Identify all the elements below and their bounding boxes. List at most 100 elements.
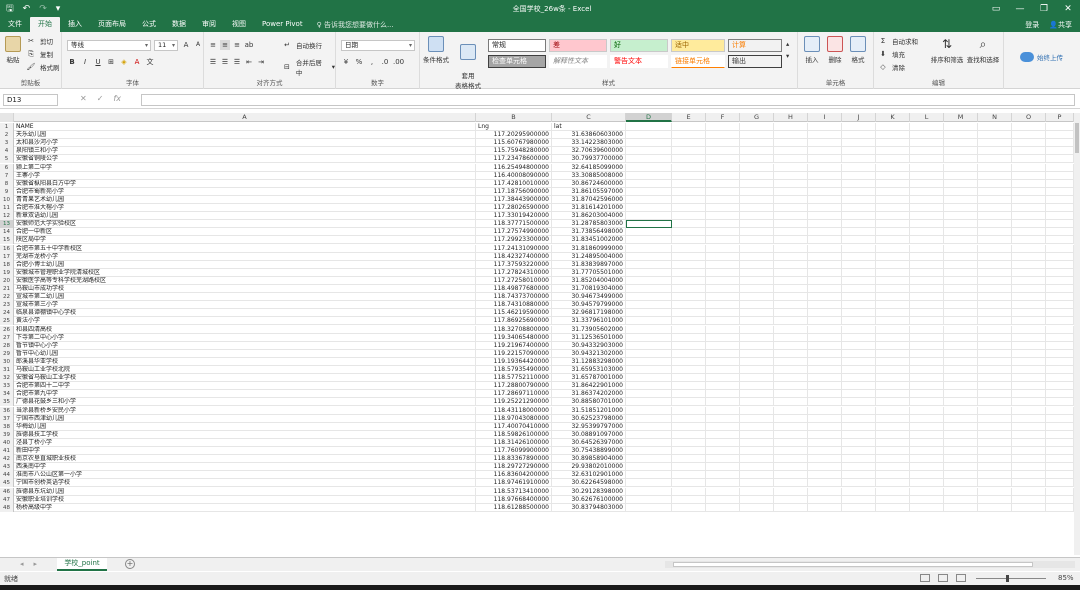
align-middle-icon[interactable]: ≡ — [220, 40, 230, 50]
cell-c[interactable]: 31.24895004000 — [552, 252, 626, 261]
cell-h[interactable] — [774, 341, 808, 350]
cell-a[interactable]: 安徽省马鞍山工业学校 — [14, 374, 476, 383]
cell-d[interactable] — [626, 252, 672, 261]
cell-i[interactable] — [808, 123, 842, 131]
name-box[interactable]: D13 — [3, 94, 58, 106]
cell-m[interactable] — [944, 244, 978, 253]
cell-e[interactable] — [672, 179, 706, 188]
cell-j[interactable] — [842, 163, 876, 172]
cell-b[interactable]: 118.97461910000 — [476, 479, 552, 488]
style-warning[interactable]: 警告文本 — [610, 55, 668, 68]
cell-d[interactable] — [626, 204, 672, 212]
cell-a[interactable]: 新田中学 — [14, 447, 476, 455]
cell-o[interactable] — [1012, 155, 1046, 164]
cell-h[interactable] — [774, 171, 808, 180]
cell-b[interactable]: 117.23478600000 — [476, 155, 552, 164]
borders-icon[interactable]: ⊞ — [106, 57, 116, 67]
cell-k[interactable] — [876, 487, 910, 496]
cell-k[interactable] — [876, 357, 910, 366]
cell-n[interactable] — [978, 357, 1012, 366]
cell-b[interactable]: 117.27574990000 — [476, 228, 552, 237]
cell-d[interactable] — [626, 155, 672, 164]
cell-c[interactable]: 31.85204004000 — [552, 276, 626, 285]
cell-b[interactable]: 116.40008090000 — [476, 171, 552, 180]
row-header[interactable]: 33 — [0, 382, 14, 391]
cell-j[interactable] — [842, 252, 876, 261]
cell-e[interactable] — [672, 204, 706, 212]
cell-j[interactable] — [842, 398, 876, 407]
cell-p[interactable] — [1046, 163, 1074, 172]
cell-g[interactable] — [740, 357, 774, 366]
cell-a[interactable]: 郎溪县华亚学校 — [14, 357, 476, 366]
row-header[interactable]: 7 — [0, 171, 14, 180]
cell-l[interactable] — [910, 179, 944, 188]
cell-p[interactable] — [1046, 276, 1074, 285]
cell-f[interactable] — [706, 503, 740, 512]
cell-k[interactable] — [876, 349, 910, 358]
cell-i[interactable] — [808, 471, 842, 480]
conditional-format-button[interactable]: 条件格式 — [422, 36, 450, 64]
cell-g[interactable] — [740, 374, 774, 383]
cell-l[interactable] — [910, 357, 944, 366]
grow-font-icon[interactable]: A — [181, 40, 191, 50]
column-header-a[interactable]: A — [14, 113, 476, 122]
cell-p[interactable] — [1046, 414, 1074, 423]
cell-a[interactable]: 安徽城市管理职业学院清城校区 — [14, 268, 476, 277]
row-header[interactable]: 5 — [0, 155, 14, 164]
find-select-button[interactable]: ⌕ 查找和选择 — [966, 36, 1000, 64]
font-name-dropdown[interactable]: 等线 — [67, 40, 151, 51]
cell-i[interactable] — [808, 204, 842, 212]
cell-m[interactable] — [944, 366, 978, 374]
cell-l[interactable] — [910, 276, 944, 285]
format-painter-button[interactable]: 🖌 格式刷 — [26, 62, 60, 72]
scroll-thumb[interactable] — [1075, 123, 1079, 153]
cell-j[interactable] — [842, 131, 876, 140]
cell-j[interactable] — [842, 276, 876, 285]
cell-n[interactable] — [978, 374, 1012, 383]
cell-k[interactable] — [876, 390, 910, 399]
cell-k[interactable] — [876, 325, 910, 334]
cell-p[interactable] — [1046, 236, 1074, 245]
cell-a[interactable]: 旌德县东坑幼儿园 — [14, 487, 476, 496]
cell-e[interactable] — [672, 163, 706, 172]
cell-c[interactable]: 30.94321302000 — [552, 349, 626, 358]
row-header[interactable]: 4 — [0, 147, 14, 156]
cell-i[interactable] — [808, 244, 842, 253]
cell-n[interactable] — [978, 495, 1012, 504]
restore-icon[interactable]: ❐ — [1032, 4, 1056, 14]
cell-j[interactable] — [842, 390, 876, 399]
cell-g[interactable] — [740, 228, 774, 237]
cell-m[interactable] — [944, 123, 978, 131]
cell-a[interactable]: 南京农垦直城职业技校 — [14, 455, 476, 464]
cell-d[interactable] — [626, 463, 672, 472]
cell-p[interactable] — [1046, 212, 1074, 221]
cell-m[interactable] — [944, 131, 978, 140]
cell-d[interactable] — [626, 479, 672, 488]
cell-o[interactable] — [1012, 309, 1046, 318]
cell-i[interactable] — [808, 131, 842, 140]
cell-n[interactable] — [978, 366, 1012, 374]
cell-f[interactable] — [706, 495, 740, 504]
cell-l[interactable] — [910, 187, 944, 196]
cell-g[interactable] — [740, 479, 774, 488]
cell-f[interactable] — [706, 204, 740, 212]
cell-c[interactable]: 33.30885008000 — [552, 171, 626, 180]
row-header[interactable]: 38 — [0, 422, 14, 431]
row-header[interactable]: 14 — [0, 228, 14, 237]
styles-scroll[interactable]: ▴ ▾ — [786, 40, 789, 60]
cell-l[interactable] — [910, 285, 944, 293]
cell-e[interactable] — [672, 309, 706, 318]
cell-f[interactable] — [706, 390, 740, 399]
cell-c[interactable]: 30.29128398000 — [552, 487, 626, 496]
cell-e[interactable] — [672, 366, 706, 374]
cell-m[interactable] — [944, 333, 978, 342]
cell-a[interactable]: 泾县丁桥小学 — [14, 438, 476, 447]
cell-j[interactable] — [842, 309, 876, 318]
cell-j[interactable] — [842, 447, 876, 455]
cell-i[interactable] — [808, 293, 842, 302]
cell-o[interactable] — [1012, 406, 1046, 415]
column-header-i[interactable]: I — [808, 113, 842, 122]
cell-n[interactable] — [978, 147, 1012, 156]
cell-m[interactable] — [944, 406, 978, 415]
cell-k[interactable] — [876, 479, 910, 488]
